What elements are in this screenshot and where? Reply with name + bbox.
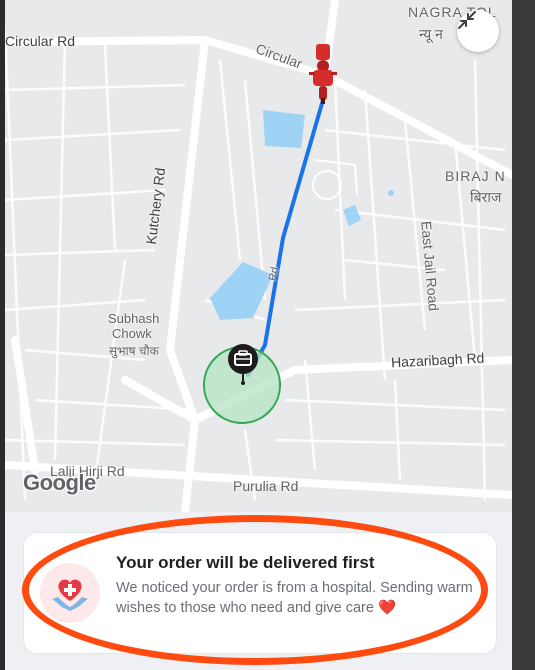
- card-message: We noticed your order is from a hospital…: [116, 580, 473, 616]
- heart-hands-icon: [40, 563, 100, 623]
- rider-marker-icon: [308, 42, 338, 106]
- map-label-subhash: Subhash: [108, 311, 160, 326]
- map-label-subhash-hindi: सुभाष चौक: [109, 344, 159, 358]
- map-view[interactable]: Circular Rd Circular NAGRA TOL न्यू न Ku…: [5, 0, 512, 512]
- collapse-map-button[interactable]: [457, 10, 499, 52]
- map-label-purulia-rd: Purulia Rd: [233, 478, 299, 494]
- map-label-circular-rd: Circular Rd: [5, 33, 76, 49]
- map-label-biraj-hindi: बिराज: [470, 189, 502, 205]
- google-logo: Google: [23, 470, 96, 495]
- delivery-priority-card: Your order will be delivered first We no…: [23, 532, 497, 654]
- destination-pin-icon: [227, 343, 259, 385]
- map-label-chowk: Chowk: [112, 326, 152, 341]
- app-screen: Circular Rd Circular NAGRA TOL न्यू न Ku…: [5, 0, 512, 670]
- screen-edge: [512, 0, 535, 670]
- card-title: Your order will be delivered first: [116, 553, 375, 572]
- map-label-biraj: BIRAJ N: [445, 168, 506, 184]
- collapse-arrows-icon: [458, 11, 476, 29]
- map-label-nagra-hindi: न्यू न: [419, 26, 443, 42]
